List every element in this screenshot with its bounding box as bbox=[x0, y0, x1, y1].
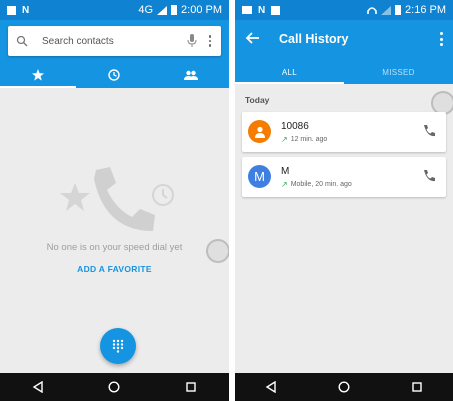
add-favorite-link[interactable]: ADD A FAVORITE bbox=[0, 264, 229, 274]
dialer-screen: N 4G 2:00 PM Search contacts No one is o… bbox=[0, 0, 229, 401]
call-time: 12 min. ago bbox=[290, 136, 328, 143]
notification-n-icon: N bbox=[22, 4, 30, 16]
home-nav-icon[interactable] bbox=[108, 381, 120, 393]
search-icon bbox=[16, 35, 28, 47]
status-time: 2:00 PM bbox=[181, 4, 222, 16]
search-placeholder: Search contacts bbox=[42, 35, 114, 47]
tab-recents[interactable] bbox=[76, 62, 152, 88]
page-title: Call History bbox=[279, 32, 349, 46]
call-time: Mobile, 20 min. ago bbox=[290, 181, 352, 188]
back-nav-icon[interactable] bbox=[265, 381, 277, 393]
call-icon[interactable] bbox=[422, 169, 436, 183]
tab-all[interactable]: ALL bbox=[235, 60, 344, 84]
call-icon[interactable] bbox=[422, 124, 436, 138]
status-time: 2:16 PM bbox=[405, 4, 446, 16]
navigation-bar bbox=[0, 373, 229, 401]
clock-icon bbox=[108, 69, 121, 81]
outgoing-call-icon: ↗ bbox=[281, 180, 288, 189]
mic-icon[interactable] bbox=[185, 33, 199, 49]
call-history-screen: N 2:16 PM Call History ALL MISSED Today bbox=[235, 0, 453, 401]
more-options-icon[interactable] bbox=[207, 33, 213, 49]
signal-icon bbox=[381, 5, 392, 15]
notification-n-icon: N bbox=[258, 4, 266, 16]
empty-speed-dial-message: No one is on your speed dial yet bbox=[46, 242, 183, 253]
dialpad-icon bbox=[112, 339, 124, 353]
battery-icon bbox=[395, 5, 402, 15]
recents-nav-icon[interactable] bbox=[185, 381, 197, 393]
home-nav-icon[interactable] bbox=[338, 381, 350, 393]
back-arrow-icon[interactable] bbox=[245, 30, 261, 46]
network-type: 4G bbox=[138, 4, 154, 16]
status-bar: N 4G 2:00 PM bbox=[0, 0, 229, 20]
dialer-tabs bbox=[0, 62, 229, 88]
message-icon bbox=[242, 6, 252, 14]
status-bar: N 2:16 PM bbox=[235, 0, 453, 20]
signal-icon bbox=[157, 5, 168, 15]
search-input[interactable]: Search contacts bbox=[8, 26, 221, 56]
tab-missed[interactable]: MISSED bbox=[344, 60, 453, 84]
tab-contacts[interactable] bbox=[153, 62, 229, 88]
outgoing-call-icon: ↗ bbox=[281, 135, 288, 144]
call-detail: ↗ Mobile, 20 min. ago bbox=[281, 180, 352, 189]
sim-icon bbox=[271, 5, 281, 15]
avatar: M bbox=[248, 165, 271, 188]
star-icon bbox=[32, 69, 45, 81]
speed-dial-illustration-icon bbox=[60, 167, 174, 231]
back-nav-icon[interactable] bbox=[32, 381, 44, 393]
headset-icon bbox=[367, 6, 377, 14]
avatar bbox=[248, 120, 271, 143]
person-icon bbox=[254, 126, 265, 138]
call-log-item[interactable]: 10086 ↗ 12 min. ago bbox=[242, 112, 446, 152]
section-header-today: Today bbox=[245, 95, 270, 105]
dialpad-button[interactable] bbox=[100, 328, 136, 364]
contacts-icon bbox=[183, 70, 198, 80]
battery-icon bbox=[171, 5, 178, 15]
sim-icon bbox=[7, 5, 16, 15]
touch-indicator bbox=[206, 239, 229, 263]
call-log-item[interactable]: M M ↗ Mobile, 20 min. ago bbox=[242, 157, 446, 197]
caller-name: 10086 bbox=[281, 121, 309, 132]
recents-nav-icon[interactable] bbox=[411, 381, 423, 393]
call-history-tabs: ALL MISSED bbox=[235, 60, 453, 84]
tab-speed-dial[interactable] bbox=[0, 62, 77, 88]
call-detail: ↗ 12 min. ago bbox=[281, 135, 327, 144]
navigation-bar bbox=[235, 373, 453, 401]
caller-name: M bbox=[281, 166, 290, 177]
more-options-icon[interactable] bbox=[439, 32, 443, 46]
